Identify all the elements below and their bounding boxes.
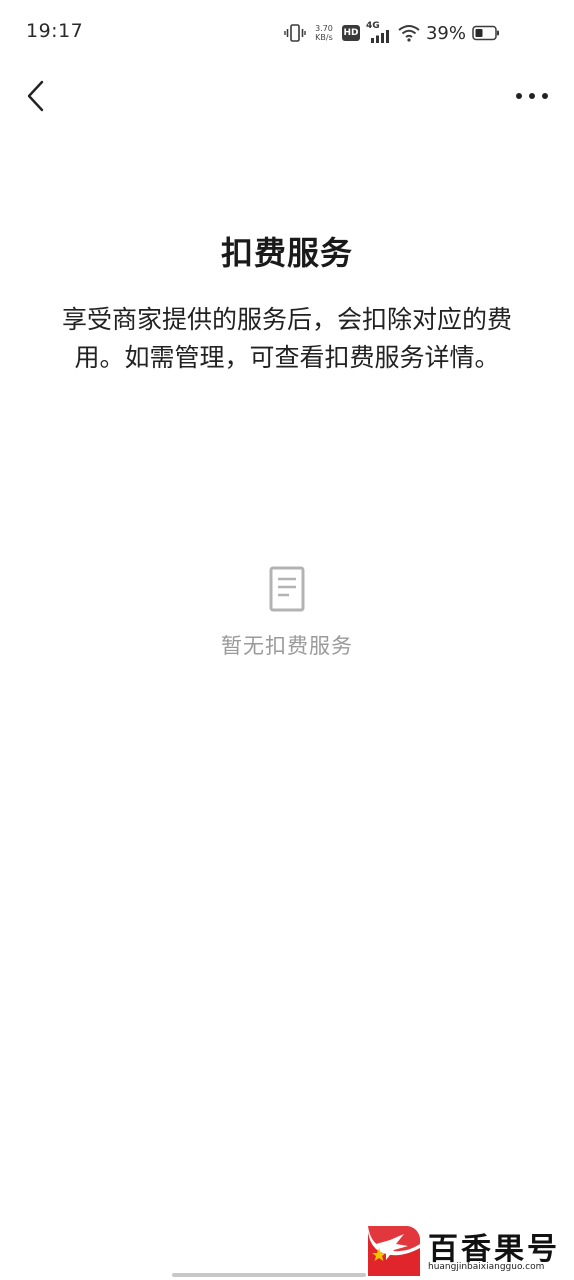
back-button[interactable]: [18, 78, 54, 114]
cellular-signal: 4G: [366, 21, 392, 44]
network-speed-unit: KB/s: [315, 33, 333, 42]
deduction-services-page: 19:17 3.70 KB/s HD 4G 39% 扣费服务 享受商家提供的服务…: [0, 0, 574, 1280]
status-time: 19:17: [26, 20, 84, 42]
empty-state: 暂无扣费服务: [0, 566, 574, 660]
page-description: 享受商家提供的服务后，会扣除对应的费用。如需管理，可查看扣费服务详情。: [61, 305, 512, 372]
network-speed: 3.70 KB/s: [312, 24, 336, 42]
status-icons: 3.70 KB/s HD 4G 39%: [284, 20, 500, 46]
watermark-url: huangjinbaixiangguo.com: [428, 1262, 545, 1272]
watermark-logo-icon: [368, 1226, 420, 1276]
empty-state-text: 暂无扣费服务: [221, 634, 353, 658]
wifi-icon: [398, 25, 420, 42]
chevron-left-icon: [27, 80, 44, 112]
battery-percent: 39%: [425, 22, 466, 44]
more-options-button[interactable]: [512, 78, 552, 114]
battery-icon: [472, 25, 499, 41]
network-speed-value: 3.70: [315, 24, 333, 33]
watermark: 百香果号 huangjinbaixiangguo.com: [368, 1222, 568, 1278]
vibrate-icon: [284, 24, 306, 42]
hd-badge: HD: [341, 25, 360, 41]
page-title: 扣费服务: [220, 234, 353, 272]
status-bar: 19:17 3.70 KB/s HD 4G 39%: [0, 0, 574, 64]
more-dots-icon: [516, 93, 548, 99]
document-icon: [269, 566, 305, 612]
home-indicator[interactable]: [172, 1273, 366, 1277]
signal-icon: [370, 30, 389, 43]
